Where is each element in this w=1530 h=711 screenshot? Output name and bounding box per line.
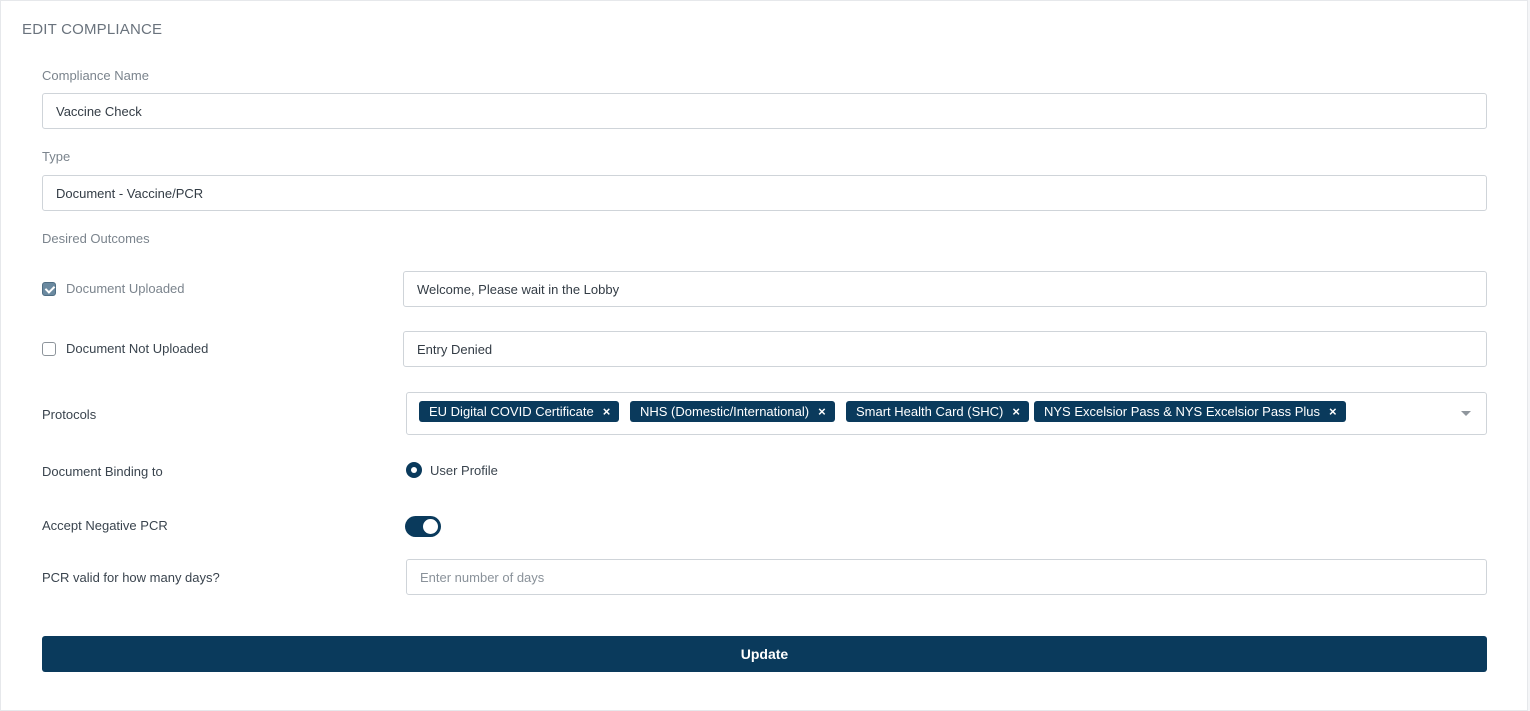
protocols-label: Protocols bbox=[42, 407, 97, 422]
pcr-valid-days-label: PCR valid for how many days? bbox=[42, 570, 220, 585]
pcr-valid-days-input[interactable] bbox=[406, 559, 1487, 595]
protocol-chip-label: Smart Health Card (SHC) bbox=[856, 404, 1004, 419]
accept-negative-pcr-toggle[interactable] bbox=[405, 516, 441, 537]
document-binding-label: Document Binding to bbox=[42, 464, 163, 479]
document-uploaded-label: Document Uploaded bbox=[66, 281, 185, 296]
compliance-name-label: Compliance Name bbox=[42, 68, 149, 83]
remove-chip-icon[interactable]: × bbox=[603, 405, 611, 418]
protocols-multiselect[interactable]: EU Digital COVID Certificate × NHS (Dome… bbox=[406, 392, 1487, 435]
edit-compliance-card: EDIT COMPLIANCE Compliance Name Vaccine … bbox=[0, 0, 1528, 711]
protocol-chip: NHS (Domestic/International) × bbox=[630, 401, 835, 422]
protocol-chip: NYS Excelsior Pass & NYS Excelsior Pass … bbox=[1034, 401, 1346, 422]
desired-outcomes-label: Desired Outcomes bbox=[42, 231, 150, 246]
protocol-chip: EU Digital COVID Certificate × bbox=[419, 401, 620, 422]
protocol-chip-label: NYS Excelsior Pass & NYS Excelsior Pass … bbox=[1044, 404, 1320, 419]
chevron-down-icon[interactable] bbox=[1461, 411, 1471, 416]
document-uploaded-checkbox[interactable] bbox=[42, 282, 56, 296]
update-button[interactable]: Update bbox=[42, 636, 1487, 672]
remove-chip-icon[interactable]: × bbox=[1012, 405, 1020, 418]
accept-negative-pcr-label: Accept Negative PCR bbox=[42, 518, 168, 533]
protocol-chip-label: EU Digital COVID Certificate bbox=[429, 404, 594, 419]
type-label: Type bbox=[42, 149, 71, 164]
document-not-uploaded-label: Document Not Uploaded bbox=[66, 341, 209, 356]
user-profile-radio[interactable] bbox=[406, 462, 422, 478]
protocol-chip-label: NHS (Domestic/International) bbox=[640, 404, 810, 419]
document-not-uploaded-message-input[interactable]: Entry Denied bbox=[403, 331, 1487, 367]
document-not-uploaded-checkbox[interactable] bbox=[42, 342, 56, 356]
protocol-chip: Smart Health Card (SHC) × bbox=[846, 401, 1029, 422]
compliance-name-input[interactable]: Vaccine Check bbox=[42, 93, 1487, 129]
document-uploaded-message-input[interactable]: Welcome, Please wait in the Lobby bbox=[403, 271, 1487, 307]
page-title: EDIT COMPLIANCE bbox=[22, 21, 163, 38]
remove-chip-icon[interactable]: × bbox=[818, 405, 826, 418]
user-profile-radio-label: User Profile bbox=[430, 463, 498, 478]
remove-chip-icon[interactable]: × bbox=[1329, 405, 1337, 418]
type-select[interactable]: Document - Vaccine/PCR bbox=[42, 175, 1487, 211]
